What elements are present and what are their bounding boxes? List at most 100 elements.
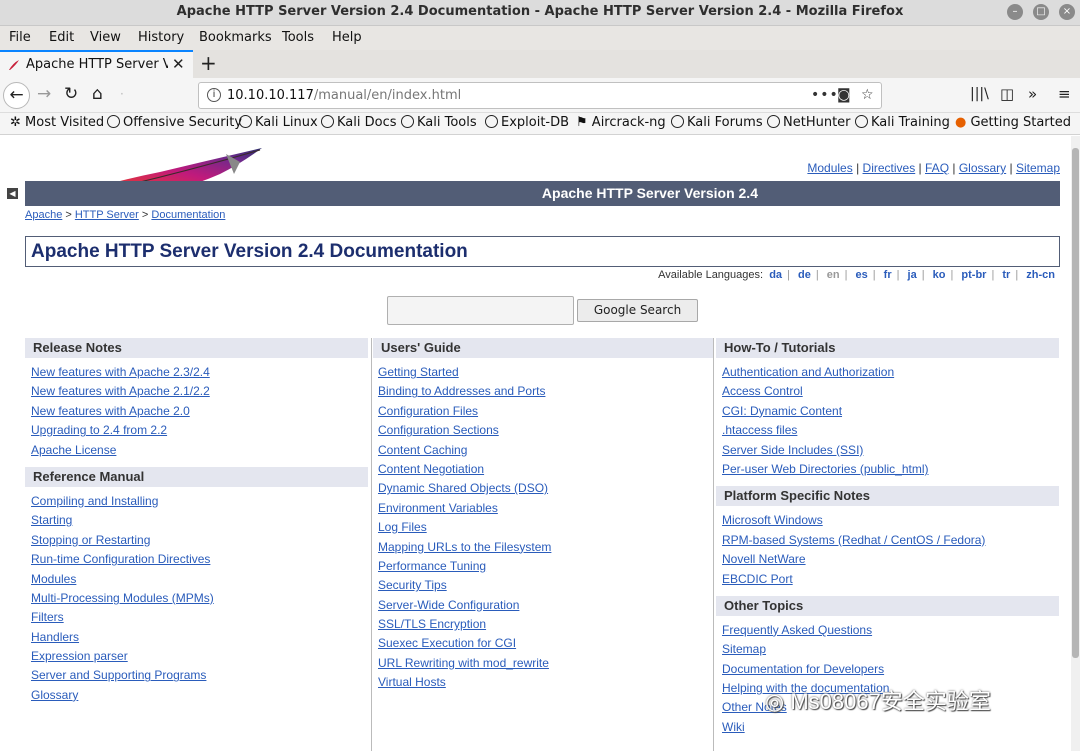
list-item-link[interactable]: Upgrading to 2.4 from 2.2: [31, 423, 167, 437]
list-item-link[interactable]: Environment Variables: [378, 501, 498, 515]
bookmark-kali-tools[interactable]: Kali Tools: [401, 115, 477, 130]
list-item-link[interactable]: Performance Tuning: [378, 559, 486, 573]
page-viewport[interactable]: Modules | Directives | FAQ | Glossary | …: [0, 136, 1071, 751]
page-actions-icon[interactable]: •••: [811, 87, 839, 103]
bookmark-kali-training[interactable]: Kali Training: [855, 115, 950, 130]
bookmark-kali-docs[interactable]: Kali Docs: [321, 115, 397, 130]
list-item-link[interactable]: Handlers: [31, 630, 79, 644]
bookmark-most-visited[interactable]: ✲ Most Visited: [10, 115, 104, 130]
overflow-menu-icon[interactable]: »: [1028, 85, 1037, 103]
link-modules[interactable]: Modules: [807, 161, 852, 175]
list-item-link[interactable]: Dynamic Shared Objects (DSO): [378, 481, 548, 495]
list-item-link[interactable]: Server-Wide Configuration: [378, 598, 519, 612]
list-item-link[interactable]: Documentation for Developers: [722, 662, 884, 676]
new-tab-button[interactable]: +: [200, 51, 217, 75]
lang-tr[interactable]: tr: [1002, 269, 1010, 281]
google-search-button[interactable]: Google Search: [577, 299, 698, 322]
breadcrumb-apache[interactable]: Apache: [25, 209, 62, 221]
list-item-link[interactable]: Virtual Hosts: [378, 675, 446, 689]
breadcrumb-http-server[interactable]: HTTP Server: [75, 209, 139, 221]
menu-view[interactable]: View: [90, 30, 121, 45]
list-item-link[interactable]: Log Files: [378, 520, 427, 534]
lang-fr[interactable]: fr: [884, 269, 892, 281]
list-item-link[interactable]: Wiki: [722, 720, 745, 734]
list-item-link[interactable]: New features with Apache 2.0: [31, 404, 190, 418]
link-directives[interactable]: Directives: [863, 161, 916, 175]
list-item-link[interactable]: Multi-Processing Modules (MPMs): [31, 591, 214, 605]
list-item-link[interactable]: Per-user Web Directories (public_html): [722, 462, 929, 476]
menu-bookmarks[interactable]: Bookmarks: [199, 30, 272, 45]
list-item-link[interactable]: Suexec Execution for CGI: [378, 636, 516, 650]
lang-ko[interactable]: ko: [933, 269, 946, 281]
tab-close-icon[interactable]: ✕: [172, 55, 185, 73]
bookmark-kali-linux[interactable]: Kali Linux: [239, 115, 318, 130]
list-item-link[interactable]: Access Control: [722, 384, 803, 398]
close-window-icon[interactable]: ×: [1059, 4, 1075, 20]
reload-button[interactable]: ↻: [64, 84, 78, 104]
list-item-link[interactable]: New features with Apache 2.1/2.2: [31, 384, 210, 398]
pocket-icon[interactable]: ◙: [837, 87, 851, 103]
minimize-icon[interactable]: –: [1007, 4, 1023, 20]
list-item-link[interactable]: SSL/TLS Encryption: [378, 617, 486, 631]
list-item-link[interactable]: Binding to Addresses and Ports: [378, 384, 545, 398]
lang-da[interactable]: da: [769, 269, 782, 281]
tab-apache-docs[interactable]: Apache HTTP Server Ver ✕: [0, 50, 193, 78]
forward-button[interactable]: →: [37, 84, 51, 104]
list-item-link[interactable]: Server Side Includes (SSI): [722, 443, 863, 457]
list-item-link[interactable]: EBCDIC Port: [722, 572, 793, 586]
url-bar[interactable]: i 10.10.10.117/manual/en/index.html ••• …: [198, 82, 882, 109]
menu-file[interactable]: File: [9, 30, 31, 45]
bookmark-kali-forums[interactable]: Kali Forums: [671, 115, 763, 130]
list-item-link[interactable]: Novell NetWare: [722, 552, 806, 566]
page-scrollbar[interactable]: [1071, 136, 1080, 751]
list-item-link[interactable]: Content Caching: [378, 443, 467, 457]
list-item-link[interactable]: Apache License: [31, 443, 116, 457]
bookmark-star-icon[interactable]: ☆: [861, 87, 874, 103]
list-item-link[interactable]: Filters: [31, 610, 64, 624]
collapse-toggle-icon[interactable]: ◀: [7, 188, 18, 199]
bookmark-getting-started[interactable]: ● Getting Started: [955, 115, 1071, 130]
list-item-link[interactable]: Security Tips: [378, 578, 447, 592]
hamburger-menu-icon[interactable]: ≡: [1058, 85, 1071, 103]
list-item-link[interactable]: Run-time Configuration Directives: [31, 552, 210, 566]
menu-tools[interactable]: Tools: [282, 30, 314, 45]
library-icon[interactable]: |||\: [970, 86, 989, 102]
search-input[interactable]: [387, 296, 574, 325]
lang-pt-br[interactable]: pt-br: [961, 269, 986, 281]
list-item-link[interactable]: Getting Started: [378, 365, 459, 379]
list-item-link[interactable]: Configuration Files: [378, 404, 478, 418]
bookmark-exploit-db[interactable]: Exploit-DB: [485, 115, 569, 130]
sidebar-icon[interactable]: ◫: [1000, 85, 1014, 103]
list-item-link[interactable]: CGI: Dynamic Content: [722, 404, 842, 418]
lang-ja[interactable]: ja: [908, 269, 917, 281]
list-item-link[interactable]: URL Rewriting with mod_rewrite: [378, 656, 549, 670]
list-item-link[interactable]: Server and Supporting Programs: [31, 668, 206, 682]
maximize-icon[interactable]: □: [1033, 4, 1049, 20]
list-item-link[interactable]: Expression parser: [31, 649, 128, 663]
list-item-link[interactable]: Compiling and Installing: [31, 494, 158, 508]
list-item-link[interactable]: .htaccess files: [722, 423, 797, 437]
home-button[interactable]: ⌂: [92, 84, 103, 104]
list-item-link[interactable]: RPM-based Systems (Redhat / CentOS / Fed…: [722, 533, 985, 547]
link-sitemap[interactable]: Sitemap: [1016, 161, 1060, 175]
list-item-link[interactable]: Modules: [31, 572, 76, 586]
bookmark-aircrack-ng[interactable]: ⚑ Aircrack-ng: [576, 115, 666, 130]
url-text[interactable]: 10.10.10.117/manual/en/index.html: [227, 88, 461, 103]
breadcrumb-documentation[interactable]: Documentation: [151, 209, 225, 221]
lang-es[interactable]: es: [856, 269, 868, 281]
link-faq[interactable]: FAQ: [925, 161, 949, 175]
list-item-link[interactable]: Stopping or Restarting: [31, 533, 150, 547]
menu-history[interactable]: History: [138, 30, 184, 45]
back-button[interactable]: ←: [3, 82, 30, 109]
list-item-link[interactable]: Authentication and Authorization: [722, 365, 894, 379]
lang-de[interactable]: de: [798, 269, 811, 281]
lang-zh-cn[interactable]: zh-cn: [1026, 269, 1055, 281]
list-item-link[interactable]: Sitemap: [722, 642, 766, 656]
list-item-link[interactable]: New features with Apache 2.3/2.4: [31, 365, 210, 379]
list-item-link[interactable]: Configuration Sections: [378, 423, 499, 437]
list-item-link[interactable]: Content Negotiation: [378, 462, 484, 476]
list-item-link[interactable]: Starting: [31, 513, 72, 527]
bookmark-nethunter[interactable]: NetHunter: [767, 115, 851, 130]
site-info-icon[interactable]: i: [207, 88, 221, 102]
bookmark-offensive-security[interactable]: Offensive Security: [107, 115, 242, 130]
